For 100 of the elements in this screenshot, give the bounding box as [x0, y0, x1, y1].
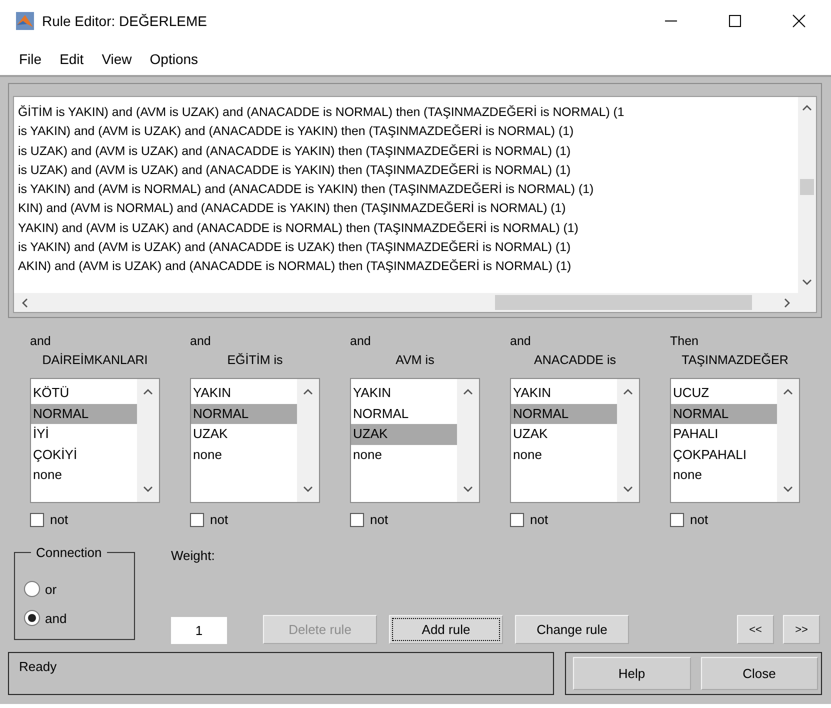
weight-label: Weight:: [171, 548, 216, 563]
scrollbar-thumb[interactable]: [495, 295, 752, 310]
footer-button[interactable]: Help: [573, 657, 690, 690]
scrollbar-thumb[interactable]: [800, 179, 814, 195]
option-list[interactable]: YAKIN NORMAL UZAK none: [350, 378, 480, 503]
list-option[interactable]: YAKIN: [351, 383, 457, 404]
scroll-up-icon[interactable]: [143, 387, 153, 397]
rule-line[interactable]: ĞİTİM is YAKIN) and (AVM is UZAK) and (ANACADDE is NORMAL) then (TAŞINMAZDEĞERİ is NORMAL) (1: [18, 103, 624, 122]
checkbox-label: not: [690, 512, 708, 527]
list-option[interactable]: NORMAL: [351, 404, 457, 424]
radio-label: and: [45, 610, 67, 626]
not-checkbox[interactable]: [670, 512, 684, 526]
radio-button[interactable]: [24, 610, 40, 626]
nav-button[interactable]: <<: [737, 615, 774, 644]
scroll-up-icon[interactable]: [802, 103, 812, 113]
list-option[interactable]: ÇOKPAHALI: [671, 444, 777, 465]
list-option[interactable]: UZAK: [191, 424, 297, 444]
rule-line[interactable]: YAKIN) and (AVM is UZAK) and (ANACADDE is NORMAL) then (TAŞINMAZDEĞERİ is NORMAL) (1): [18, 218, 578, 238]
weight-field[interactable]: 1: [171, 617, 227, 644]
scroll-down-icon[interactable]: [623, 484, 633, 494]
vertical-scrollbar[interactable]: [457, 379, 479, 502]
radio-label: or: [45, 582, 57, 596]
scroll-up-icon[interactable]: [623, 387, 633, 397]
option-list[interactable]: KÖTÜ NORMAL İYİ ÇOKİYİ none: [30, 378, 160, 503]
list-option[interactable]: YAKIN: [511, 383, 617, 404]
menu-item[interactable]: File: [10, 50, 51, 66]
scroll-down-icon[interactable]: [303, 484, 313, 494]
rule-line[interactable]: is YAKIN) and (AVM is UZAK) and (ANACADDE is UZAK) then (TAŞINMAZDEĞERİ is NORMAL) (1): [18, 238, 571, 258]
vertical-scrollbar[interactable]: [798, 97, 816, 293]
list-option[interactable]: NORMAL: [511, 404, 617, 424]
rule-line[interactable]: AKIN) and (AVM is UZAK) and (ANACADDE is NORMAL) then (TAŞINMAZDEĞERİ is NORMAL) (1): [18, 257, 572, 277]
checkbox-label: not: [50, 512, 68, 527]
rule-line[interactable]: KIN) and (AVM is NORMAL) and (ANACADDE is YAKIN) then (TAŞINMAZDEĞERİ is NORMAL) (1): [18, 199, 566, 219]
list-option[interactable]: KÖTÜ: [31, 383, 137, 404]
variable-label: ANACADDE is: [534, 352, 616, 369]
list-option[interactable]: ÇOKİYİ: [31, 444, 137, 465]
rule-button[interactable]: Add rule: [389, 615, 503, 644]
option-list[interactable]: YAKIN NORMAL UZAK none: [190, 378, 320, 503]
rule-line[interactable]: is YAKIN) and (AVM is UZAK) and (ANACADDE is YAKIN) then (TAŞINMAZDEĞERİ is NORMAL) (1): [18, 122, 574, 142]
rule-button[interactable]: Change rule: [515, 615, 629, 644]
checkbox-label: not: [370, 512, 388, 527]
scroll-up-icon[interactable]: [463, 387, 473, 397]
rule-line[interactable]: is UZAK) and (AVM is UZAK) and (ANACADDE is YAKIN) then (TAŞINMAZDEĞERİ is NORMAL) (1): [18, 160, 571, 180]
close-icon: [792, 14, 806, 28]
vertical-scrollbar[interactable]: [617, 379, 639, 502]
list-option[interactable]: none: [671, 465, 777, 486]
rule-line[interactable]: is UZAK) and (AVM is UZAK) and (ANACADDE is YAKIN) then (TAŞINMAZDEĞERİ is NORMAL) (1): [18, 142, 571, 161]
not-checkbox[interactable]: [30, 512, 44, 526]
list-option[interactable]: PAHALI: [671, 424, 777, 444]
list-option[interactable]: NORMAL: [191, 404, 297, 424]
checkbox-label: not: [530, 512, 548, 527]
list-option[interactable]: none: [511, 444, 617, 465]
scroll-up-icon[interactable]: [303, 387, 313, 397]
scroll-down-icon[interactable]: [783, 484, 793, 494]
scroll-down-icon[interactable]: [463, 484, 473, 494]
option-list[interactable]: UCUZ NORMAL PAHALI ÇOKPAHALI none: [670, 378, 800, 503]
rule-list[interactable]: [13, 96, 817, 313]
rule-line[interactable]: is YAKIN) and (AVM is NORMAL) and (ANACADDE is YAKIN) then (TAŞINMAZDEĞERİ is NORMAL) (1): [18, 180, 594, 200]
variable-label: TAŞINMAZDEĞER: [682, 352, 788, 369]
list-option[interactable]: NORMAL: [671, 404, 777, 424]
status-text: Ready: [8, 652, 554, 695]
variable-label: EĞİTİM is: [227, 352, 283, 369]
group-title: Connection: [31, 545, 107, 560]
scroll-right-icon[interactable]: [782, 298, 792, 308]
not-checkbox[interactable]: [350, 512, 364, 526]
menu-item[interactable]: Edit: [50, 50, 93, 66]
list-option[interactable]: UZAK: [511, 424, 617, 444]
menu-item[interactable]: Options: [140, 50, 208, 66]
horizontal-scrollbar[interactable]: [14, 293, 798, 312]
app-icon: [16, 12, 34, 30]
list-option[interactable]: YAKIN: [191, 383, 297, 404]
not-checkbox[interactable]: [190, 512, 204, 526]
scroll-down-icon[interactable]: [143, 484, 153, 494]
menu-item[interactable]: View: [92, 50, 141, 66]
scroll-down-icon[interactable]: [802, 277, 812, 287]
minimize-icon: [665, 20, 677, 22]
vertical-scrollbar[interactable]: [137, 379, 159, 502]
checkbox-label: not: [210, 512, 228, 527]
connective-label: Then: [670, 333, 698, 350]
vertical-scrollbar[interactable]: [297, 379, 319, 502]
option-list[interactable]: YAKIN NORMAL UZAK none: [510, 378, 640, 503]
radio-button[interactable]: [24, 581, 40, 597]
list-option[interactable]: UZAK: [351, 424, 457, 444]
list-option[interactable]: NORMAL: [31, 404, 137, 424]
scroll-left-icon[interactable]: [20, 298, 30, 308]
list-option[interactable]: none: [191, 444, 297, 465]
variable-label: AVM is: [396, 352, 434, 369]
list-option[interactable]: İYİ: [31, 424, 137, 444]
not-checkbox[interactable]: [510, 512, 524, 526]
scroll-up-icon[interactable]: [783, 387, 793, 397]
maximize-icon: [728, 14, 742, 28]
variable-label: DAİREİMKANLARI: [42, 352, 148, 369]
footer-button[interactable]: Close: [700, 657, 818, 690]
vertical-scrollbar[interactable]: [777, 379, 799, 502]
nav-button[interactable]: >>: [783, 615, 820, 644]
connective-label: and: [350, 333, 371, 350]
list-option[interactable]: none: [351, 444, 457, 465]
list-option[interactable]: UCUZ: [671, 383, 777, 404]
connective-label: and: [510, 333, 531, 350]
list-option[interactable]: none: [31, 465, 137, 486]
